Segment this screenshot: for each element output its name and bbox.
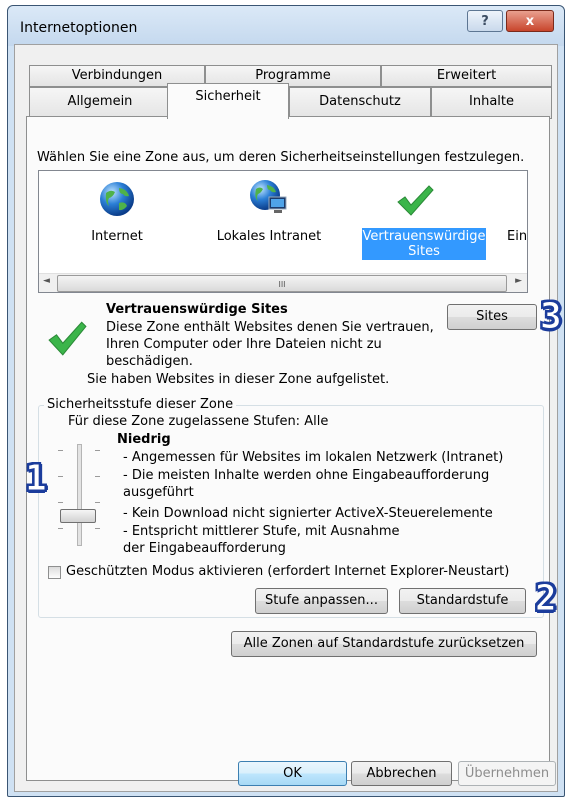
- help-button[interactable]: ?: [467, 10, 503, 32]
- level-bullet-1: - Angemessen für Websites im lokalen Net…: [123, 450, 504, 465]
- zone-list[interactable]: Internet Lokales Intranet Vertrauenswürd…: [38, 170, 528, 293]
- zone-instruction: Wählen Sie eine Zone aus, um deren Siche…: [37, 150, 525, 165]
- tab-sicherheit[interactable]: Sicherheit: [167, 83, 289, 119]
- slider-tick: [95, 528, 100, 529]
- zone-info-description: Diese Zone enthält Websites denen Sie ve…: [106, 320, 434, 369]
- zone-info-title: Vertrauenswürdige Sites: [106, 302, 288, 317]
- slider-tick: [58, 450, 63, 451]
- scroll-left-arrow-icon[interactable]: ◄: [43, 276, 50, 286]
- zone-intranet-label[interactable]: Lokales Intranet: [211, 229, 327, 244]
- tab-label: Sicherheit: [195, 89, 261, 104]
- apply-button: Übernehmen: [458, 761, 556, 786]
- slider-thumb[interactable]: [60, 509, 96, 523]
- scroll-right-arrow-icon[interactable]: ►: [515, 276, 522, 286]
- checkmark-icon: [395, 183, 435, 219]
- tab-label: Verbindungen: [71, 68, 163, 83]
- slider-tick: [58, 502, 63, 503]
- annotation-3: 3: [540, 296, 563, 338]
- tab-label: Inhalte: [469, 94, 514, 109]
- intranet-globe-icon: [247, 177, 291, 219]
- default-level-button[interactable]: Standardstufe: [399, 588, 526, 614]
- tab-label: Datenschutz: [319, 94, 401, 109]
- close-button[interactable]: x: [506, 10, 554, 32]
- annotation-1: 1: [25, 458, 48, 500]
- protected-mode-label[interactable]: Geschützten Modus aktivieren (erfordert …: [66, 564, 509, 579]
- tab-datenschutz[interactable]: Datenschutz: [289, 87, 431, 119]
- cancel-button[interactable]: Abbrechen: [351, 761, 452, 786]
- level-bullet-3: - Kein Download nicht signierter ActiveX…: [123, 506, 493, 521]
- zone-list-scrollbar[interactable]: ◄ III ►: [39, 273, 527, 292]
- level-bullet-2: - Die meisten Inhalte werden ohne Eingab…: [123, 468, 490, 500]
- slider-tick: [58, 528, 63, 529]
- scrollbar-grip: III: [278, 280, 286, 289]
- zone-trusted-sites-label[interactable]: Vertrauenswürdige Sites: [362, 228, 486, 260]
- zone-internet-label[interactable]: Internet: [77, 229, 157, 244]
- scrollbar-thumb[interactable]: III: [57, 275, 507, 292]
- window-title: Internetoptionen: [20, 20, 138, 36]
- slider-tick: [95, 450, 100, 451]
- tab-label: Erweitert: [436, 68, 497, 83]
- tab-inhalte[interactable]: Inhalte: [431, 87, 552, 119]
- security-level-slider[interactable]: [55, 444, 105, 548]
- slider-tick: [58, 476, 63, 477]
- title-bar[interactable]: Internetoptionen ? x: [8, 6, 564, 46]
- ok-button[interactable]: OK: [238, 761, 347, 786]
- security-level-name: Niedrig: [117, 432, 171, 447]
- trusted-zone-checkmark-icon: [46, 317, 88, 359]
- tab-label: Allgemein: [67, 94, 133, 109]
- allowed-levels-text: Für diese Zone zugelassene Stufen: Alle: [68, 414, 329, 429]
- protected-mode-checkbox[interactable]: [48, 566, 61, 579]
- level-bullet-4: - Entspricht mittlerer Stufe, mit Ausnah…: [123, 524, 400, 556]
- tab-erweitert[interactable]: Erweitert: [381, 65, 552, 87]
- globe-icon: [97, 179, 137, 219]
- zone-info-note: Sie haben Websites in dieser Zone aufgel…: [87, 372, 390, 387]
- reset-all-zones-button[interactable]: Alle Zonen auf Standardstufe zurücksetze…: [231, 631, 537, 657]
- tab-label: Programme: [255, 68, 331, 83]
- slider-tick: [95, 476, 100, 477]
- slider-tick: [95, 502, 100, 503]
- zone-restricted-label[interactable]: Einge: [507, 229, 527, 244]
- tab-allgemein[interactable]: Allgemein: [29, 87, 171, 119]
- security-level-legend: Sicherheitsstufe dieser Zone: [44, 397, 237, 412]
- slider-track: [77, 444, 82, 546]
- sites-button[interactable]: Sites: [447, 304, 537, 330]
- annotation-2: 2: [535, 578, 558, 620]
- custom-level-button[interactable]: Stufe anpassen...: [255, 588, 388, 614]
